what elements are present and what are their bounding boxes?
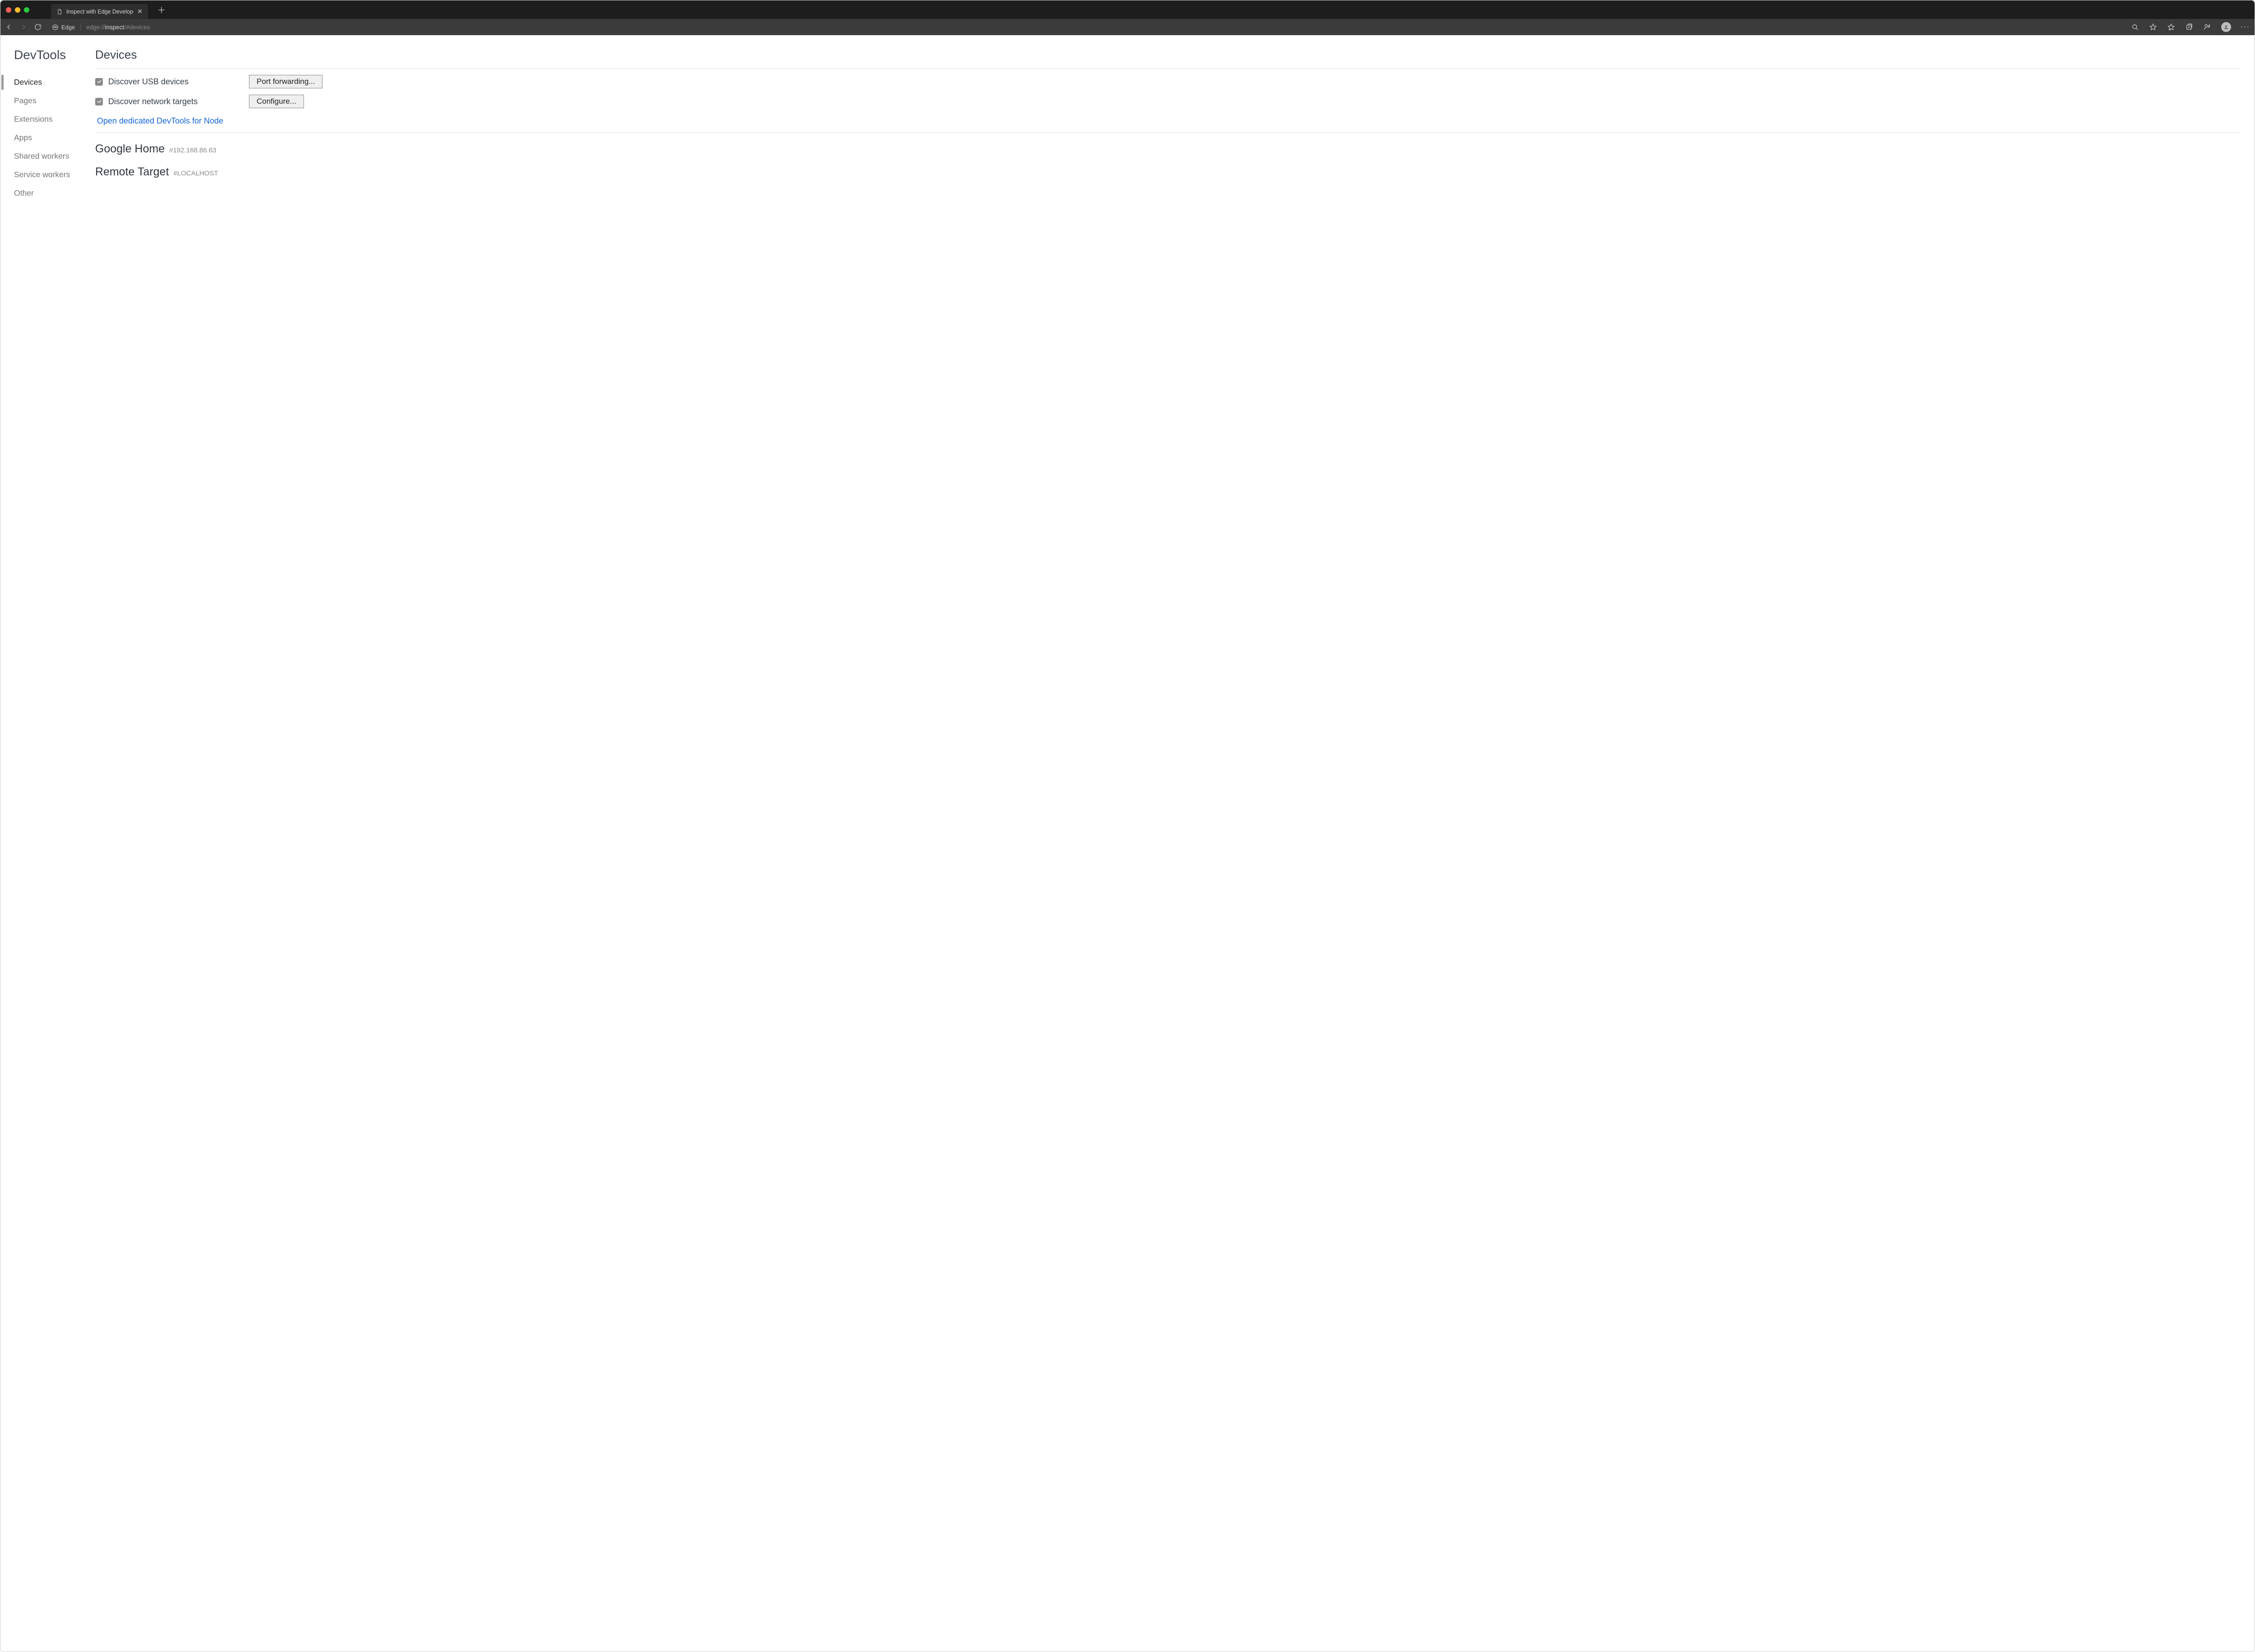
close-tab-button[interactable]: ✕ xyxy=(137,8,143,15)
zoom-icon[interactable] xyxy=(2131,23,2139,31)
favorites-bar-icon[interactable] xyxy=(2167,23,2175,31)
discover-network-checkbox[interactable] xyxy=(95,98,103,106)
page-heading: Devices xyxy=(95,48,2241,62)
titlebar: Inspect with Edge Developer T ✕ ＋ xyxy=(0,0,2255,19)
discover-network-row: Discover network targets Configure... xyxy=(95,95,2241,108)
forward-button[interactable] xyxy=(19,23,28,31)
page-icon xyxy=(56,9,63,15)
divider xyxy=(95,132,2241,133)
target-name: Google Home xyxy=(95,142,165,156)
sidebar-nav: DevicesPagesExtensionsAppsShared workers… xyxy=(14,73,87,202)
window-controls xyxy=(6,7,29,13)
sidebar-item-pages[interactable]: Pages xyxy=(14,92,87,110)
collections-icon[interactable] xyxy=(2185,23,2193,31)
discover-usb-checkbox[interactable] xyxy=(95,78,103,86)
target-address: #LOCALHOST xyxy=(174,170,218,177)
more-menu-button[interactable]: ··· xyxy=(2241,23,2249,31)
sidebar-item-devices[interactable]: Devices xyxy=(14,73,87,92)
divider xyxy=(95,68,2241,69)
feedback-icon[interactable] xyxy=(2203,23,2211,31)
target-name: Remote Target xyxy=(95,165,169,179)
maximize-window-button[interactable] xyxy=(24,7,29,13)
profile-avatar[interactable] xyxy=(2221,22,2231,32)
site-identity[interactable]: Edge xyxy=(52,24,75,31)
close-window-button[interactable] xyxy=(6,7,11,13)
address-bar[interactable]: Edge edge://inspect/#devices xyxy=(48,21,2125,33)
new-tab-button[interactable]: ＋ xyxy=(155,4,168,16)
sidebar-item-other[interactable]: Other xyxy=(14,184,87,202)
discover-network-label: Discover network targets xyxy=(108,97,244,106)
minimize-window-button[interactable] xyxy=(15,7,20,13)
tab-title: Inspect with Edge Developer T xyxy=(66,9,133,15)
favorite-icon[interactable] xyxy=(2149,23,2157,31)
reload-button[interactable] xyxy=(34,23,42,31)
divider xyxy=(80,23,81,31)
site-identity-label: Edge xyxy=(61,24,75,31)
open-devtools-node-link[interactable]: Open dedicated DevTools for Node xyxy=(95,115,223,132)
main-panel: Devices Discover USB devices Port forwar… xyxy=(91,35,2255,1652)
sidebar: DevTools DevicesPagesExtensionsAppsShare… xyxy=(0,35,91,1652)
port-forwarding-button[interactable]: Port forwarding... xyxy=(249,75,322,88)
toolbar: Edge edge://inspect/#devices xyxy=(0,19,2255,35)
back-button[interactable] xyxy=(5,23,13,31)
sidebar-item-shared-workers[interactable]: Shared workers xyxy=(14,147,87,165)
discover-usb-label: Discover USB devices xyxy=(108,77,244,87)
discover-usb-row: Discover USB devices Port forwarding... xyxy=(95,75,2241,88)
target-row: Google Home #192.168.86.63 xyxy=(95,142,2241,156)
target-address: #192.168.86.63 xyxy=(169,147,216,154)
toolbar-right: ··· xyxy=(2131,22,2250,32)
url-text: edge://inspect/#devices xyxy=(86,24,150,31)
browser-tab[interactable]: Inspect with Edge Developer T ✕ xyxy=(51,4,148,19)
configure-button[interactable]: Configure... xyxy=(249,95,304,108)
sidebar-item-extensions[interactable]: Extensions xyxy=(14,110,87,128)
sidebar-title: DevTools xyxy=(14,48,87,62)
target-row: Remote Target #LOCALHOST xyxy=(95,165,2241,179)
sidebar-item-apps[interactable]: Apps xyxy=(14,128,87,147)
sidebar-item-service-workers[interactable]: Service workers xyxy=(14,165,87,184)
